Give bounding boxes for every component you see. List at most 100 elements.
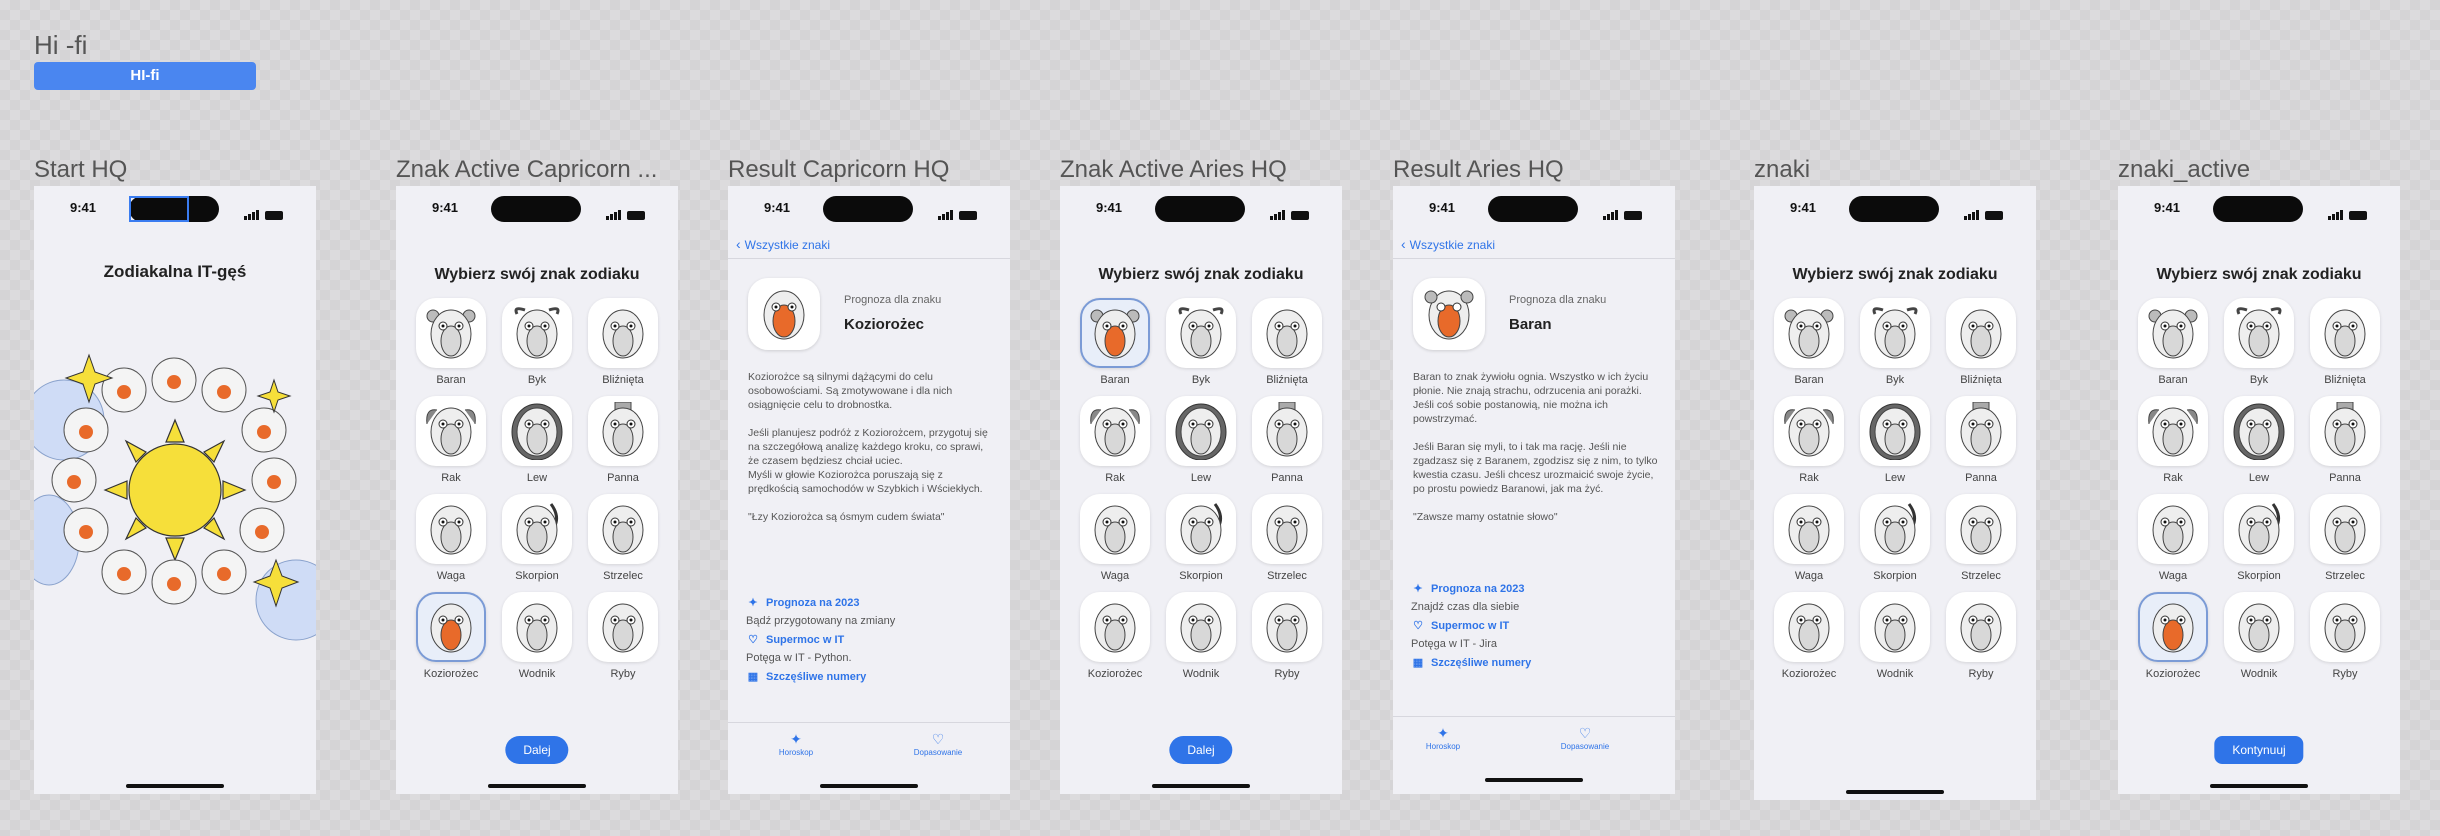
back-link[interactable]: ‹ Wszystkie znaki [736, 236, 830, 252]
sign-tile[interactable] [1774, 396, 1844, 466]
sign-tile[interactable] [2224, 396, 2294, 466]
sign-tile[interactable] [1252, 298, 1322, 368]
sign-option[interactable]: Strzelec [1244, 494, 1330, 584]
numbers-link[interactable]: ▦ Szczęśliwe numery [1411, 656, 1661, 670]
frame-label-znaki[interactable]: znaki [1754, 156, 2014, 184]
sign-tile[interactable] [1166, 396, 1236, 466]
sign-option[interactable]: Lew [2216, 396, 2302, 486]
sign-tile[interactable] [2310, 396, 2380, 466]
sign-option[interactable]: Rak [2130, 396, 2216, 486]
sign-tile[interactable] [1946, 494, 2016, 564]
sign-option[interactable]: Wodnik [494, 592, 580, 682]
tab-dopasowanie[interactable]: ♡ Dopasowanie [1545, 725, 1625, 751]
continue-button[interactable]: Kontynuuj [2214, 736, 2304, 764]
frame-label-znak-capricorn[interactable]: Znak Active Capricorn ... [396, 156, 666, 184]
sign-tile[interactable] [1166, 592, 1236, 662]
sign-option[interactable]: Panna [1938, 396, 2024, 486]
sign-tile[interactable] [502, 396, 572, 466]
sign-tile[interactable] [1252, 494, 1322, 564]
sign-tile[interactable] [1252, 396, 1322, 466]
sign-tile[interactable] [416, 592, 486, 662]
sign-tile[interactable] [588, 494, 658, 564]
sign-option[interactable]: Skorpion [2216, 494, 2302, 584]
sign-option[interactable]: Ryby [1244, 592, 1330, 682]
sign-option[interactable]: Bliźnięta [2302, 298, 2388, 388]
sign-tile[interactable] [2310, 494, 2380, 564]
sign-tile[interactable] [1860, 396, 1930, 466]
sign-option[interactable]: Panna [1244, 396, 1330, 486]
sign-tile[interactable] [2138, 298, 2208, 368]
sign-tile[interactable] [416, 298, 486, 368]
sign-option[interactable]: Wodnik [2216, 592, 2302, 682]
sign-tile[interactable] [416, 494, 486, 564]
sign-tile[interactable] [1860, 494, 1930, 564]
sign-tile[interactable] [416, 396, 486, 466]
back-link[interactable]: ‹ Wszystkie znaki [1401, 236, 1495, 252]
sign-option[interactable]: Koziorożec [1072, 592, 1158, 682]
sign-tile[interactable] [1166, 494, 1236, 564]
sign-option[interactable]: Wodnik [1852, 592, 1938, 682]
sign-option[interactable]: Bliźnięta [1244, 298, 1330, 388]
sign-tile[interactable] [1774, 298, 1844, 368]
sign-option[interactable]: Skorpion [1852, 494, 1938, 584]
sign-option[interactable]: Lew [1852, 396, 1938, 486]
forecast-link[interactable]: ✦ Prognoza na 2023 [1411, 582, 1661, 596]
sign-option[interactable]: Rak [1766, 396, 1852, 486]
tab-dopasowanie[interactable]: ♡ Dopasowanie [898, 731, 978, 757]
sign-tile[interactable] [502, 494, 572, 564]
sign-tile[interactable] [2224, 592, 2294, 662]
power-link[interactable]: ♡ Supermoc w IT [746, 633, 996, 647]
sign-tile[interactable] [1252, 592, 1322, 662]
tab-horoskop[interactable]: ✦ Horoskop [1403, 725, 1483, 751]
sign-option[interactable]: Panna [2302, 396, 2388, 486]
sign-option[interactable]: Bliźnięta [580, 298, 666, 388]
sign-tile[interactable] [2138, 396, 2208, 466]
sign-tile[interactable] [1946, 592, 2016, 662]
sign-option[interactable]: Bliźnięta [1938, 298, 2024, 388]
sign-option[interactable]: Waga [408, 494, 494, 584]
frame-label-result-capricorn[interactable]: Result Capricorn HQ [728, 156, 988, 184]
sign-option[interactable]: Waga [1766, 494, 1852, 584]
next-button[interactable]: Dalej [1169, 736, 1233, 764]
sign-tile[interactable] [1860, 298, 1930, 368]
sign-tile[interactable] [2224, 298, 2294, 368]
frame-label-result-aries[interactable]: Result Aries HQ [1393, 156, 1653, 184]
sign-tile[interactable] [1774, 592, 1844, 662]
sign-tile[interactable] [2138, 494, 2208, 564]
sign-option[interactable]: Koziorożec [408, 592, 494, 682]
sign-tile[interactable] [1080, 298, 1150, 368]
sign-tile[interactable] [588, 592, 658, 662]
sign-tile[interactable] [2310, 592, 2380, 662]
sign-tile[interactable] [1080, 592, 1150, 662]
sign-option[interactable]: Baran [1766, 298, 1852, 388]
sign-option[interactable]: Skorpion [494, 494, 580, 584]
forecast-link[interactable]: ✦ Prognoza na 2023 [746, 596, 996, 610]
sign-option[interactable]: Waga [2130, 494, 2216, 584]
sign-option[interactable]: Waga [1072, 494, 1158, 584]
sign-tile[interactable] [1166, 298, 1236, 368]
sign-option[interactable]: Strzelec [580, 494, 666, 584]
sign-tile[interactable] [2224, 494, 2294, 564]
sign-tile[interactable] [1946, 298, 2016, 368]
sign-option[interactable]: Lew [494, 396, 580, 486]
sign-option[interactable]: Strzelec [1938, 494, 2024, 584]
sign-option[interactable]: Rak [1072, 396, 1158, 486]
section-button[interactable]: HI-fi [34, 62, 256, 90]
sign-tile[interactable] [1080, 494, 1150, 564]
sign-tile[interactable] [502, 298, 572, 368]
sign-tile[interactable] [588, 298, 658, 368]
next-button[interactable]: Dalej [505, 736, 569, 764]
sign-option[interactable]: Lew [1158, 396, 1244, 486]
frame-label-znak-aries[interactable]: Znak Active Aries HQ [1060, 156, 1320, 184]
sign-option[interactable]: Baran [1072, 298, 1158, 388]
sign-option[interactable]: Rak [408, 396, 494, 486]
sign-option[interactable]: Ryby [580, 592, 666, 682]
sign-option[interactable]: Wodnik [1158, 592, 1244, 682]
sign-option[interactable]: Ryby [1938, 592, 2024, 682]
sign-option[interactable]: Panna [580, 396, 666, 486]
numbers-link[interactable]: ▦ Szczęśliwe numery [746, 670, 996, 684]
sign-option[interactable]: Byk [1852, 298, 1938, 388]
sign-tile[interactable] [1860, 592, 1930, 662]
sign-tile[interactable] [2138, 592, 2208, 662]
power-link[interactable]: ♡ Supermoc w IT [1411, 619, 1661, 633]
